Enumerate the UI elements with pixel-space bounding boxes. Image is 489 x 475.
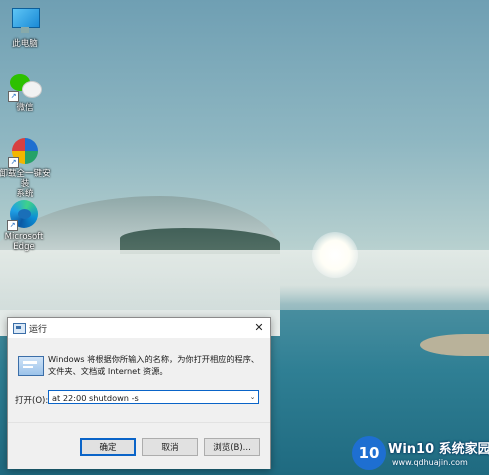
shoreline [0,250,489,310]
site-watermark: 10 Win10 系统家园 www.qdhuajin.com [352,436,489,475]
shortcut-arrow-icon: ↗ [7,220,18,231]
edge-icon: ↗ [7,199,39,231]
desktop-background: 此电脑 ↗ 微信 ↗ 卸载全一键安装 系统 ↗ Microsoft Edge 运… [0,0,489,475]
desktop-icon-label: 卸载全一键安装 系统 [0,169,51,199]
desktop-icon-edge[interactable]: ↗ Microsoft Edge [0,199,50,252]
sandbar [420,334,489,356]
win10-logo-icon: 10 [352,436,386,470]
watermark-title: Win10 系统家园 [388,442,489,457]
sun [312,232,358,278]
shortcut-arrow-icon: ↗ [8,91,19,102]
desktop-icon-label: 此电脑 [12,39,38,49]
command-input[interactable]: at 22:00 shutdown -s [48,390,259,404]
close-button[interactable]: ✕ [251,320,267,336]
cancel-button[interactable]: 取消 [142,438,198,456]
desktop-icon-label: 微信 [16,103,34,113]
browse-button[interactable]: 浏览(B)... [204,438,260,456]
open-label: 打开(O): [15,396,49,406]
desktop-icon-label: Microsoft Edge [4,232,44,252]
run-icon [13,323,26,334]
installer-app-icon: ↗ [8,136,40,168]
run-program-icon [18,356,44,376]
ok-button[interactable]: 确定 [80,438,136,456]
run-dialog: 运行 ✕ Windows 将根据你所输入的名称，为你打开相应的程序、文件夹、文档… [7,317,271,469]
this-pc-icon [10,6,40,36]
chevron-down-icon[interactable]: ⌄ [248,393,257,402]
desktop-icon-this-pc[interactable]: 此电脑 [1,6,49,49]
desktop-icon-installer[interactable]: ↗ 卸载全一键安装 系统 [0,136,53,199]
shortcut-arrow-icon: ↗ [8,157,19,168]
dialog-titlebar[interactable]: 运行 ✕ [8,318,270,338]
wechat-icon: ↗ [8,70,42,102]
watermark-url: www.qdhuajin.com [392,458,468,467]
dialog-title: 运行 [29,325,48,335]
desktop-icon-wechat[interactable]: ↗ 微信 [1,70,49,113]
dialog-description: Windows 将根据你所输入的名称，为你打开相应的程序、文件夹、文档或 Int… [48,354,260,376]
